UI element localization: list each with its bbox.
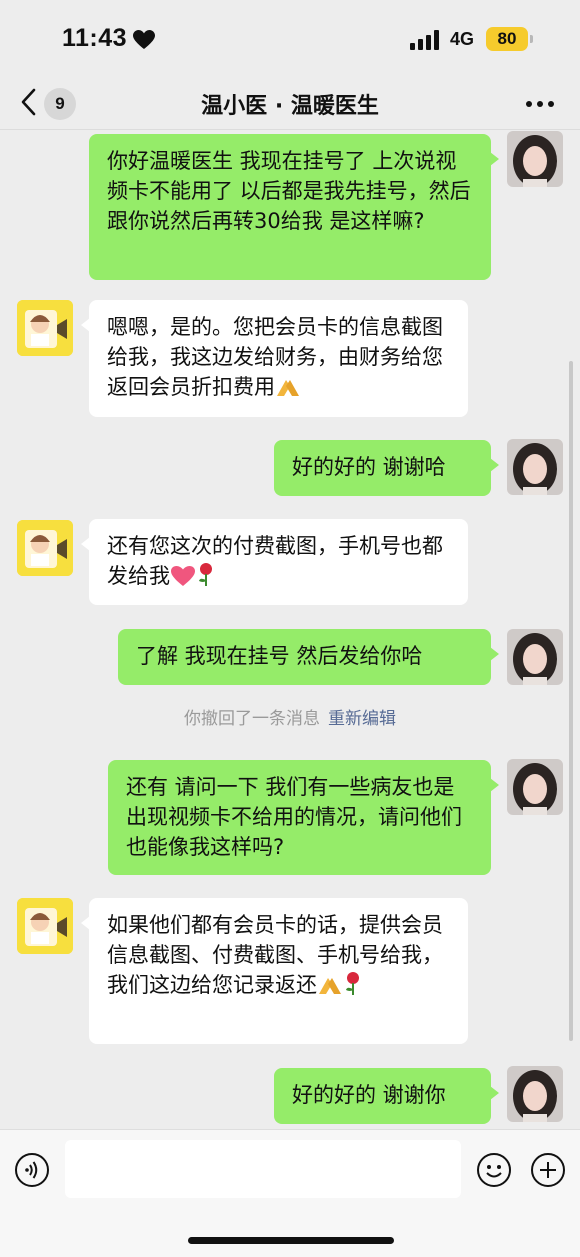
my-avatar[interactable] [507,131,563,187]
message-text: 好的好的 谢谢你 [292,1083,446,1107]
battery-tip [530,35,533,43]
voice-icon[interactable] [14,1152,50,1188]
message-text: 如果他们都有会员卡的话，提供会员信息截图、付费截图、手机号给我，我们这边给您记录… [107,913,443,997]
emoji-icon[interactable] [476,1152,512,1188]
system-notice: 你撤回了一条消息 重新编辑 [0,704,580,729]
my-avatar[interactable] [507,439,563,495]
status-bar: 11:43 4G 80 [0,0,580,80]
message-text: 你好温暖医生 我现在挂号了 上次说视频卡不能用了 以后都是我先挂号，然后跟你说然… [107,149,471,233]
plus-icon[interactable] [530,1152,566,1188]
my-avatar[interactable] [507,759,563,815]
battery-level: 80 [486,27,528,51]
message-bubble-sent[interactable]: 你好温暖医生 我现在挂号了 上次说视频卡不能用了 以后都是我先挂号，然后跟你说然… [89,134,499,280]
doctor-avatar[interactable] [17,898,73,954]
message-text: 好的好的 谢谢哈 [292,455,446,479]
message-text: 还有 请问一下 我们有一些病友也是出现视频卡不给用的情况，请问他们也能像我这样吗… [126,775,462,859]
re-edit-link[interactable]: 重新编辑 [328,709,396,729]
message-bubble-sent[interactable]: 好的好的 谢谢哈 [274,440,499,496]
home-indicator[interactable] [188,1237,394,1244]
message-bubble-sent[interactable]: 了解 我现在挂号 然后发给你哈 [118,629,499,685]
message-list[interactable]: 你好温暖医生 我现在挂号了 上次说视频卡不能用了 以后都是我先挂号，然后跟你说然… [0,131,580,1129]
message-bubble-sent[interactable]: 还有 请问一下 我们有一些病友也是出现视频卡不给用的情况，请问他们也能像我这样吗… [108,760,499,875]
message-bubble-received[interactable]: 如果他们都有会员卡的话，提供会员信息截图、付费截图、手机号给我，我们这边给您记录… [81,898,468,1044]
doctor-avatar[interactable] [17,520,73,576]
status-time: 11:43 [62,24,128,52]
doctor-avatar[interactable] [17,300,73,356]
message-bubble-received[interactable]: 嗯嗯，是的。您把会员卡的信息截图给我，我这边发给财务，由财务给您返回会员折扣费用 [81,300,468,417]
heart-icon [133,30,155,49]
chat-title: 温小医 · 温暖医生 [201,94,379,119]
message-text: 还有您这次的付费截图，手机号也都发给我 [107,534,443,588]
scrollbar[interactable] [569,361,573,1041]
rose-emoji [199,563,212,586]
message-bubble-received[interactable]: 还有您这次的付费截图，手机号也都发给我 [81,519,468,605]
chat-header: 9 温小医 · 温暖医生 [0,80,580,130]
folded-hands-emoji [319,978,341,994]
network-type: 4G [450,29,475,49]
message-input[interactable] [65,1140,461,1198]
pink-heart-emoji [171,566,195,586]
my-avatar[interactable] [507,629,563,685]
rose-emoji [346,972,359,995]
recall-notice-text: 你撤回了一条消息 [184,709,320,729]
message-bubble-sent[interactable]: 好的好的 谢谢你 [274,1068,499,1124]
signal-icon [410,30,439,50]
more-icon[interactable] [525,100,555,108]
my-avatar[interactable] [507,1066,563,1122]
message-text: 了解 我现在挂号 然后发给你哈 [136,644,423,668]
folded-hands-emoji [277,380,299,396]
